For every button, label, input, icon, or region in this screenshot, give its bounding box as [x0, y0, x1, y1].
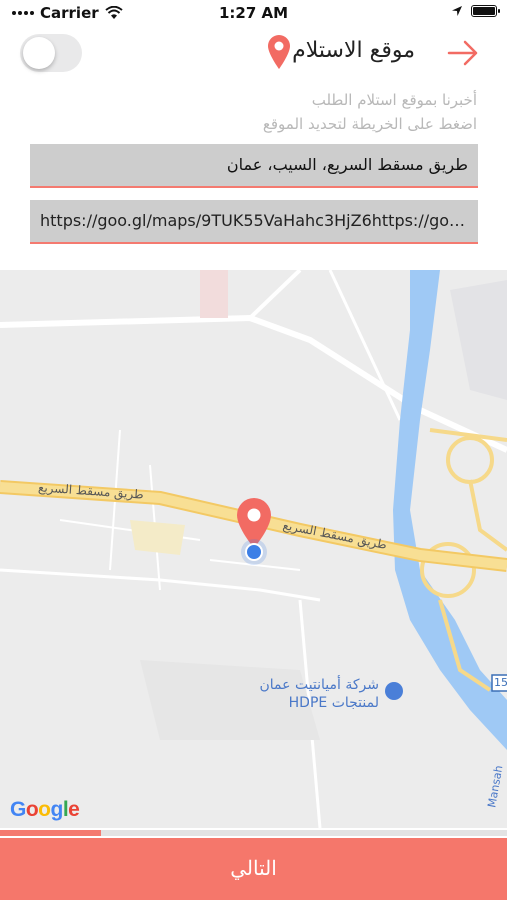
status-time: 1:27 AM	[218, 4, 289, 22]
battery-icon	[471, 5, 500, 17]
google-letter-o2: o	[38, 798, 51, 821]
poi-line-1: شركة أميانتيت عمان	[259, 677, 380, 693]
map-canvas[interactable]	[0, 270, 507, 828]
instruction-line-1: أخبرنا بموقع استلام الطلب	[311, 91, 477, 109]
instructions: أخبرنا بموقع استلام الطلب اضغط على الخري…	[263, 88, 477, 136]
address-field[interactable]: طريق مسقط السريع، السيب، عمان	[30, 144, 478, 188]
poi-label[interactable]: شركة أميانتيت عمان لمنتجات HDPE	[244, 676, 380, 712]
google-letter-o1: o	[25, 798, 39, 821]
google-letter-g: G	[10, 798, 26, 821]
toggle-knob	[23, 37, 55, 69]
next-button[interactable]: التالي	[0, 838, 507, 900]
map-view[interactable]: طريق مسقط السريع طريق مسقط السريع 15 Man…	[0, 270, 507, 828]
header: موقع الاستلام	[0, 30, 507, 80]
poi-line-2: لمنتجات HDPE	[288, 695, 379, 711]
status-bar: Carrier 1:27 AM	[0, 0, 507, 28]
page-title: موقع الاستلام	[292, 38, 415, 63]
back-arrow-icon[interactable]	[447, 40, 479, 66]
map-link-field[interactable]: https://goo.gl/maps/9TUK55VaHahc3HjZ6htt…	[30, 200, 478, 244]
instruction-line-2: اضغط على الخريطة لتحديد الموقع	[262, 115, 477, 133]
progress-fill	[0, 830, 102, 836]
google-letter-e: e	[68, 798, 80, 821]
map-pin-icon	[268, 35, 290, 69]
google-logo: Google	[10, 798, 80, 822]
google-letter-g2: g	[50, 798, 64, 821]
status-right	[451, 5, 500, 17]
progress-bar	[0, 830, 507, 836]
location-arrow-icon	[452, 6, 462, 16]
route-shield-label: 15	[494, 676, 507, 689]
poi-icon[interactable]	[385, 682, 403, 700]
location-toggle[interactable]	[20, 34, 82, 72]
